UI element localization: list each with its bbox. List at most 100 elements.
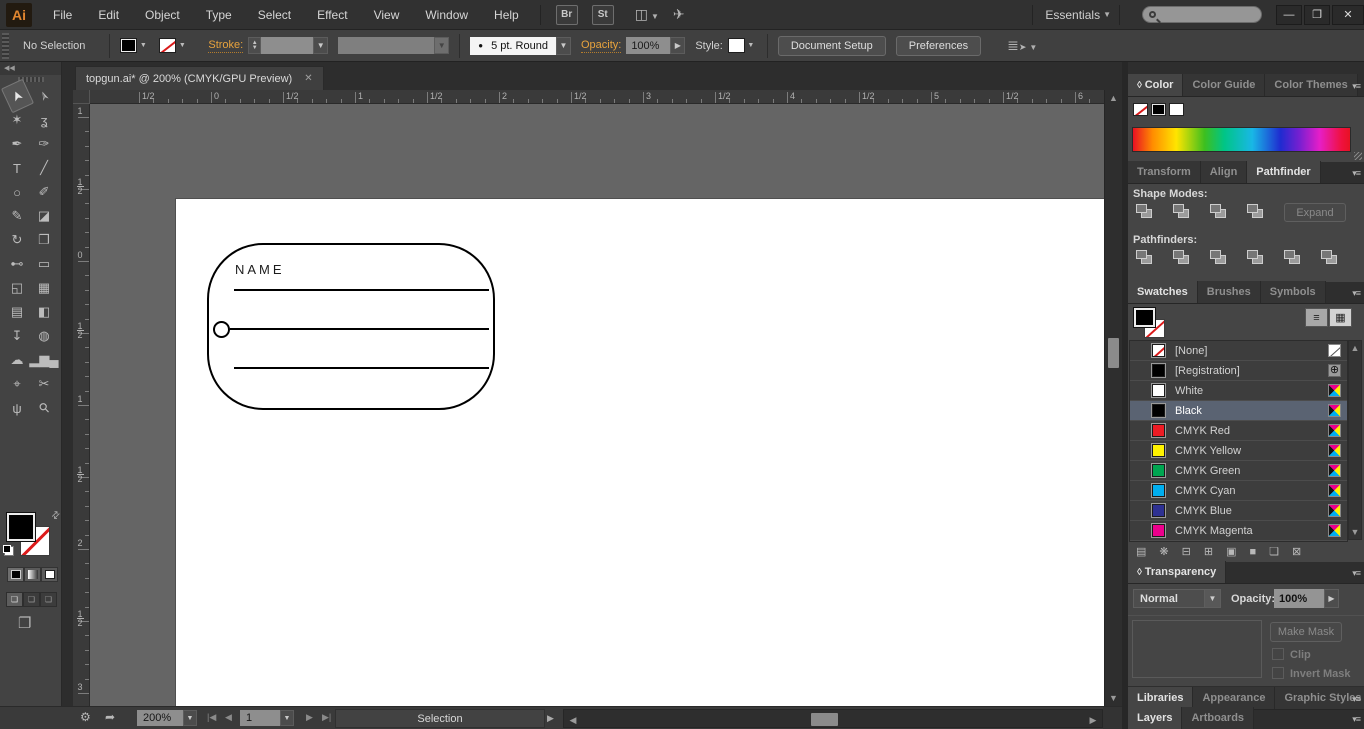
swatch-options-icon[interactable]: ⊞ [1204, 545, 1213, 558]
tab-color[interactable]: Color [1128, 74, 1184, 96]
menu-object[interactable]: Object [132, 0, 193, 30]
variable-width-profile-field[interactable] [338, 37, 435, 54]
eyedropper-tool[interactable]: ↧ [4, 324, 31, 348]
menu-help[interactable]: Help [481, 0, 532, 30]
swatch-row[interactable]: [Registration] ⊕ [1130, 361, 1347, 381]
document-viewport[interactable]: NAME [90, 104, 1104, 706]
blend-tool[interactable]: ◍ [31, 324, 58, 348]
make-mask-button[interactable]: Make Mask [1270, 622, 1342, 642]
draw-behind-icon[interactable]: ❏ [23, 592, 40, 607]
previous-artboard-icon[interactable]: ◀ [225, 712, 232, 723]
delete-swatch-icon[interactable]: ⊠ [1292, 545, 1301, 558]
none-button[interactable] [41, 567, 58, 582]
style-dropdown-icon[interactable]: ▼ [745, 38, 757, 53]
vertical-ruler[interactable]: 1120121122123 [73, 104, 90, 706]
swatches-fill-proxy[interactable] [1133, 307, 1156, 328]
pathfinder-divide-icon[interactable] [1136, 250, 1154, 266]
tab-layers[interactable]: Layers [1128, 707, 1183, 729]
stroke-weight-dropdown-icon[interactable]: ▼ [313, 37, 329, 54]
arrange-documents-icon[interactable]: ◫ ▼ [635, 6, 659, 23]
panel-resize-grip[interactable] [1354, 152, 1362, 160]
artboard-number-field[interactable]: 1 [240, 710, 280, 726]
new-color-group-icon[interactable]: ■ [1249, 546, 1256, 558]
gradient-tool[interactable]: ◧ [31, 300, 58, 324]
thumbnail-view-button[interactable]: ▦ [1329, 308, 1352, 327]
vscroll-thumb[interactable] [1108, 338, 1119, 368]
panel-menu-icon[interactable]: ▾≡ [1352, 288, 1361, 299]
swatch-row[interactable]: CMYK Cyan [1130, 481, 1347, 501]
menu-file[interactable]: File [40, 0, 85, 30]
swatch-row[interactable]: CMYK Red [1130, 421, 1347, 441]
document-setup-button[interactable]: Document Setup [777, 35, 886, 56]
minimize-button[interactable]: — [1276, 4, 1302, 25]
zoom-dropdown-icon[interactable]: ▼ [183, 710, 197, 726]
tab-symbols[interactable]: Symbols [1260, 281, 1326, 303]
pathfinder-outline-icon[interactable] [1284, 250, 1302, 266]
type-tool[interactable]: T [4, 156, 31, 180]
tab-color-guide[interactable]: Color Guide [1183, 74, 1266, 96]
expand-button[interactable]: Expand [1284, 203, 1346, 222]
shape-builder-tool[interactable]: ◱ [4, 276, 31, 300]
menu-effect[interactable]: Effect [304, 0, 360, 30]
tab-brushes[interactable]: Brushes [1197, 281, 1261, 303]
restore-button[interactable]: ❐ [1304, 4, 1330, 25]
ellipse-tool[interactable]: ○ [4, 180, 31, 204]
color-spectrum-bar[interactable] [1132, 127, 1351, 152]
panel-menu-icon[interactable]: ▾≡ [1352, 568, 1361, 579]
tab-transparency[interactable]: Transparency [1128, 561, 1227, 583]
scroll-right-icon[interactable]: ▶ [1086, 715, 1100, 726]
opacity-spinner-icon[interactable]: ▶ [670, 37, 686, 54]
fill-color-chip[interactable] [120, 38, 138, 53]
opacity-spinner-icon[interactable]: ▶ [1324, 589, 1339, 608]
scroll-up-icon[interactable]: ▲ [1349, 343, 1361, 353]
tab-transform[interactable]: Transform [1128, 161, 1201, 183]
close-button[interactable]: ✕ [1332, 4, 1364, 25]
color-black-swatch[interactable] [1151, 103, 1166, 116]
shape-mode-exclude-icon[interactable] [1247, 204, 1265, 220]
ruler-corner[interactable] [73, 90, 90, 104]
scroll-up-icon[interactable]: ▲ [1105, 93, 1122, 103]
pathfinder-crop-icon[interactable] [1247, 250, 1265, 266]
shape-mode-intersect-icon[interactable] [1210, 204, 1228, 220]
first-artboard-icon[interactable]: |◀ [207, 712, 216, 723]
swatch-row[interactable]: White [1130, 381, 1347, 401]
dog-tag-artwork[interactable]: NAME [207, 243, 495, 410]
document-tab[interactable]: topgun.ai* @ 200% (CMYK/GPU Preview) ✕ [75, 66, 324, 90]
gradient-button[interactable] [24, 567, 41, 582]
menu-window[interactable]: Window [412, 0, 481, 30]
fill-proxy[interactable] [6, 512, 36, 542]
next-artboard-icon[interactable]: ▶ [306, 712, 313, 723]
rotate-tool[interactable]: ↻ [4, 228, 31, 252]
artboard-dropdown-icon[interactable]: ▼ [280, 710, 294, 726]
render-settings-icon[interactable]: ⚙ [80, 710, 91, 724]
tab-graphic-styles[interactable]: Graphic Styles [1275, 687, 1364, 709]
tab-libraries[interactable]: Libraries [1128, 687, 1194, 709]
column-graph-tool[interactable]: ▂▆▄ [29, 348, 58, 372]
artboard[interactable]: NAME [176, 199, 1104, 706]
opacity-field[interactable]: 100% [626, 37, 671, 54]
swatch-row[interactable]: CMYK Magenta [1130, 521, 1347, 541]
pathfinder-merge-icon[interactable] [1210, 250, 1228, 266]
curvature-tool[interactable]: ✑ [31, 132, 58, 156]
swatch-libraries-menu-icon[interactable]: ▤ [1136, 545, 1146, 558]
show-swatch-kinds-icon[interactable]: ⊟ [1182, 545, 1191, 558]
scale-tool[interactable]: ❐ [31, 228, 58, 252]
search-input[interactable] [1142, 6, 1262, 23]
tab-pathfinder[interactable]: Pathfinder [1247, 161, 1321, 183]
swatch-row[interactable]: CMYK Green [1130, 461, 1347, 481]
eraser-tool[interactable]: ◪ [31, 204, 58, 228]
status-indicator[interactable]: Selection [335, 709, 545, 728]
shape-mode-minus-front-icon[interactable] [1173, 204, 1191, 220]
perspective-grid-tool[interactable]: ▦ [31, 276, 58, 300]
clip-checkbox[interactable] [1272, 648, 1284, 660]
paintbrush-tool[interactable]: ✐ [31, 180, 58, 204]
stock-button[interactable]: St [591, 4, 614, 25]
color-none-swatch[interactable] [1133, 103, 1148, 116]
blend-mode-dropdown[interactable]: Normal ▼ [1133, 589, 1221, 608]
horizontal-scrollbar[interactable]: ◀ ▶ [563, 709, 1103, 728]
new-swatch-icon[interactable]: ❏ [1269, 545, 1279, 558]
panel-grip[interactable] [2, 32, 9, 59]
hscroll-thumb[interactable] [811, 713, 838, 726]
workspace-switcher[interactable]: Essentials ▼ [1045, 8, 1111, 22]
pathfinder-minus-back-icon[interactable] [1321, 250, 1339, 266]
